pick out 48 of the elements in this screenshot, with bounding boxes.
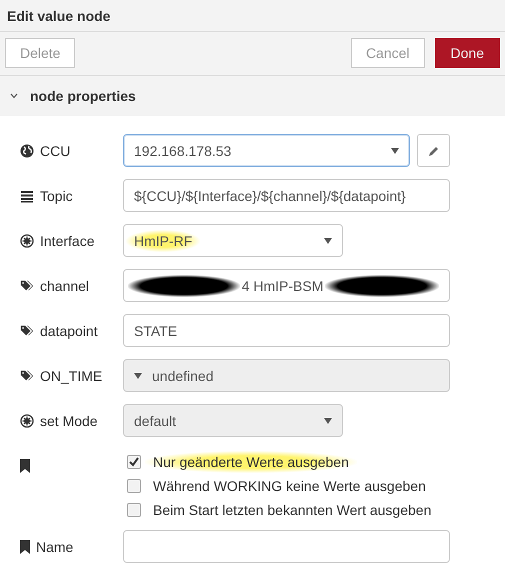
field-label: ON_TIME [40, 368, 102, 384]
checkbox-label: Nur geänderte Werte ausgeben [145, 451, 357, 473]
globe-icon [20, 144, 34, 158]
field-value: ${CCU}/${Interface}/${channel}/${datapoint} [134, 188, 406, 204]
field-label: set Mode [40, 412, 98, 428]
field-label: Interface [40, 232, 94, 248]
tag-icon [20, 278, 34, 292]
list-icon [20, 188, 34, 202]
tag-icon [20, 368, 34, 382]
checkbox[interactable] [127, 479, 141, 493]
input-field[interactable]: 4 HmIP-BSM [123, 269, 450, 302]
field-value: undefined [152, 368, 214, 384]
input-field[interactable] [123, 530, 450, 563]
caret-icon [134, 372, 142, 378]
field-label: datapoint [40, 322, 98, 338]
section-title: node properties [30, 88, 136, 104]
input-field[interactable]: ${CCU}/${Interface}/${channel}/${datapoint} [123, 179, 450, 212]
gear-icon [20, 234, 34, 248]
window-title: Edit value node [0, 0, 505, 32]
bookmark-icon [20, 458, 30, 472]
caret-icon [324, 418, 332, 424]
caret-icon [391, 148, 399, 154]
typed-input[interactable]: undefined [123, 359, 450, 392]
checkbox[interactable] [127, 503, 141, 517]
dropdown[interactable]: HmIP-RF [123, 224, 343, 257]
ccu-select[interactable]: 192.168.178.53 [123, 134, 410, 167]
tag-icon [20, 324, 34, 338]
checkbox-label: Während WORKING keine Werte ausgeben [153, 478, 426, 494]
field-value: HmIP-RF [126, 230, 200, 252]
done-button[interactable]: Done [434, 38, 500, 68]
bookmark-icon [20, 540, 30, 554]
section-header[interactable]: node properties [0, 76, 505, 116]
caret-icon [324, 238, 332, 244]
field-value: 4 HmIP-BSM [242, 278, 324, 294]
pencil-icon [428, 144, 440, 156]
field-label: Name [36, 538, 74, 554]
field-label: Topic [40, 188, 73, 204]
field-label: channel [40, 278, 90, 294]
checkbox[interactable] [127, 455, 141, 469]
field-value: STATE [134, 322, 178, 338]
chevron-icon [10, 93, 18, 99]
input-field[interactable]: STATE [123, 314, 450, 347]
edit-button[interactable] [417, 134, 450, 167]
field-value: default [134, 412, 176, 428]
field-value: 192.168.178.53 [134, 142, 232, 158]
field-label: CCU [40, 142, 70, 158]
gear-icon [20, 414, 34, 428]
checkbox-label: Beim Start letzten bekannten Wert ausgeben [153, 502, 432, 518]
